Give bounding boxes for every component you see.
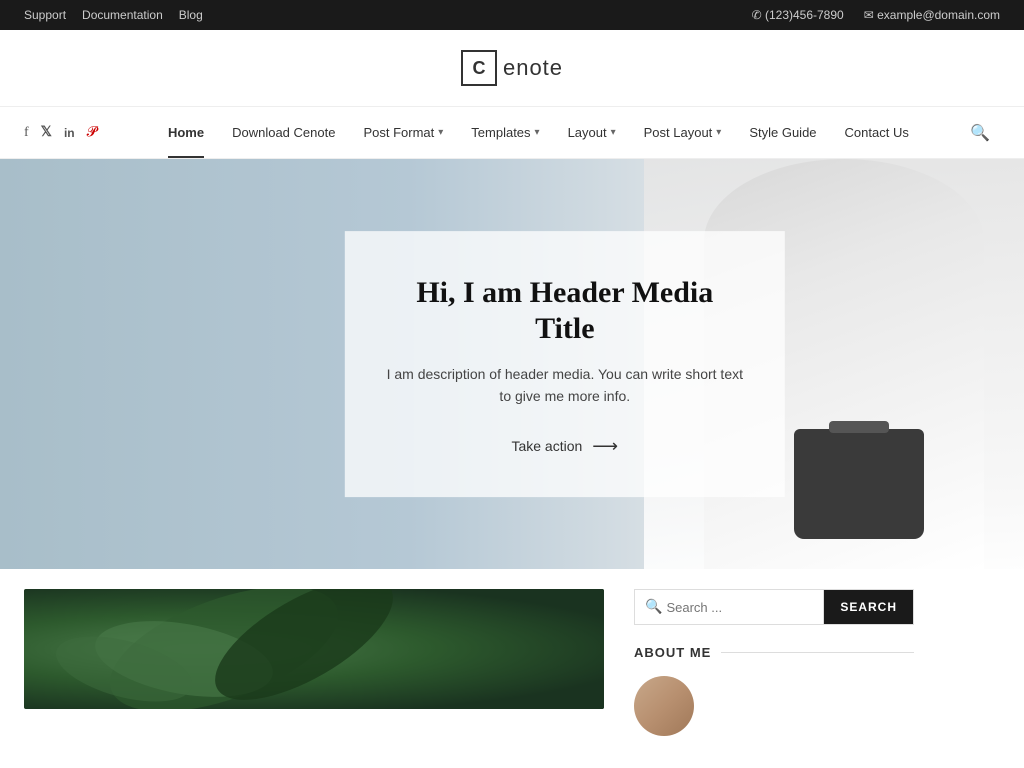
main-navigation: f 𝕏 in 𝓟 Home Download Cenote Post Forma… [0,107,1024,159]
email-address: ✉ example@domain.com [864,8,1000,22]
search-input[interactable] [666,600,813,615]
hero-cta-label: Take action [511,438,582,454]
hero-title: Hi, I am Header Media Title [385,275,745,347]
email-icon: ✉ [864,8,877,22]
leaf-svg [24,589,604,709]
nav-item-style-guide[interactable]: Style Guide [735,107,830,158]
search-button[interactable]: SEARCH [824,590,913,624]
nav-item-contact[interactable]: Contact Us [831,107,923,158]
nav-item-post-layout[interactable]: Post Layout▾ [630,107,736,158]
search-icon[interactable]: 🔍 [960,113,1000,153]
facebook-icon[interactable]: f [24,125,29,141]
top-bar-links: Support Documentation Blog [24,8,203,22]
nav-item-layout[interactable]: Layout▾ [554,107,630,158]
about-avatar [634,676,694,736]
documentation-link[interactable]: Documentation [82,8,163,22]
about-widget-title: ABOUT ME [634,645,914,660]
nav-item-download[interactable]: Download Cenote [218,107,349,158]
widget-title-divider [721,652,914,653]
logo-area: C enote [0,30,1024,107]
about-widget: ABOUT ME [634,645,914,736]
logo[interactable]: C enote [461,50,563,86]
logo-box: C [461,50,497,86]
chevron-down-icon: ▾ [716,127,721,138]
chevron-down-icon: ▾ [611,127,616,138]
hero-description: I am description of header media. You ca… [385,363,745,408]
top-bar: Support Documentation Blog ✆ (123)456-78… [0,0,1024,30]
blog-link[interactable]: Blog [179,8,203,22]
hero-arrow-icon: ⟶ [592,436,618,457]
hero-overlay: Hi, I am Header Media Title I am descrip… [345,231,785,497]
phone-number: ✆ (123)456-7890 [752,8,844,22]
nav-item-templates[interactable]: Templates▾ [457,107,553,158]
phone-icon: ✆ [752,8,765,22]
hero-section: Hi, I am Header Media Title I am descrip… [0,159,1024,569]
support-link[interactable]: Support [24,8,66,22]
nav-item-home[interactable]: Home [154,107,218,158]
linkedin-icon[interactable]: in [64,126,75,140]
search-input-wrapper: 🔍 [635,590,824,624]
chevron-down-icon: ▾ [438,127,443,138]
nav-menu: Home Download Cenote Post Format▾ Templa… [117,107,960,158]
hero-cta-button[interactable]: Take action ⟶ [511,436,618,457]
bottom-section: 🔍 SEARCH ABOUT ME [0,569,1024,756]
chevron-down-icon: ▾ [535,127,540,138]
nav-item-post-format[interactable]: Post Format▾ [349,107,457,158]
top-bar-contact: ✆ (123)456-7890 ✉ example@domain.com [752,8,1000,22]
search-icon: 🔍 [645,599,662,616]
pinterest-icon[interactable]: 𝓟 [87,125,97,141]
logo-text: enote [503,55,563,81]
post-thumbnail[interactable] [24,589,604,709]
social-icons: f 𝕏 in 𝓟 [24,124,97,141]
search-widget: 🔍 SEARCH [634,589,914,625]
twitter-icon[interactable]: 𝕏 [41,124,52,141]
hero-bag [794,429,924,539]
sidebar: 🔍 SEARCH ABOUT ME [634,589,914,736]
